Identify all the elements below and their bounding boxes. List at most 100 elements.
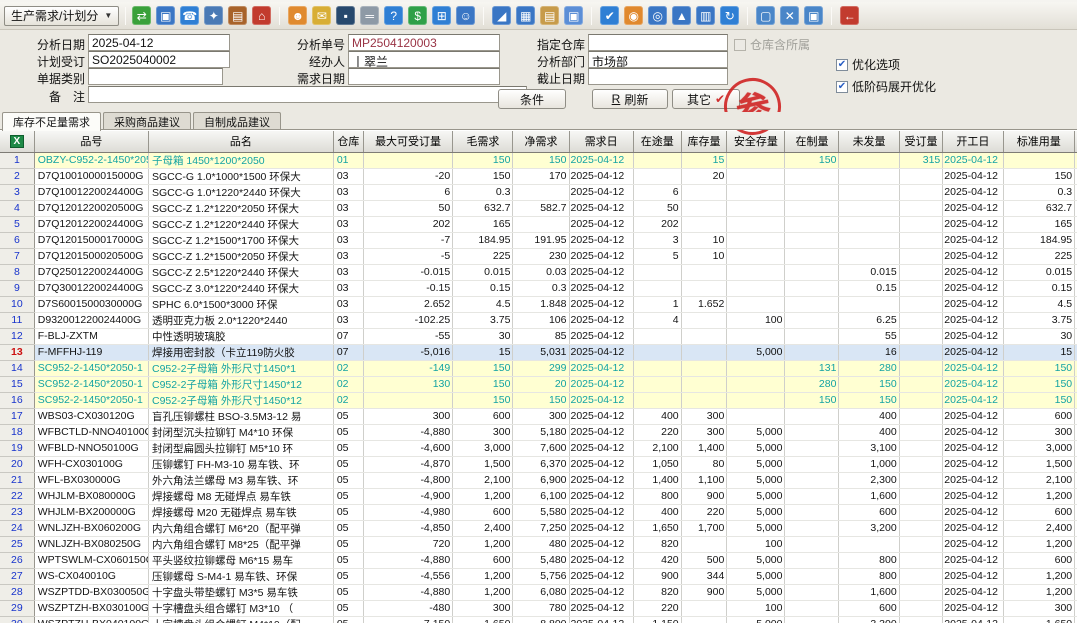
home-icon[interactable]: ⌂ (252, 6, 271, 25)
table-row[interactable]: 3D7Q1001220024400GSGCC-G 1.0*1220*2440 环… (0, 184, 1077, 200)
cell-sdate: 2025-04-12 (943, 296, 1003, 312)
table-row[interactable]: 23WHJLM-BX200000G焊接螺母 M20 无碰焊点 易车铁05-4,9… (0, 504, 1077, 520)
col-header-pn[interactable]: 品号 (34, 131, 148, 152)
table-row[interactable]: 4D7Q1201220020500GSGCC-Z 1.2*1220*2050 环… (0, 200, 1077, 216)
plan-order-input[interactable]: SO2025040002 (88, 51, 230, 68)
calculator-icon[interactable]: ▦ (516, 6, 535, 25)
exit-icon[interactable]: ← (840, 6, 859, 25)
cell-stock: 344 (681, 568, 727, 584)
tab-purchase-suggestion[interactable]: 采购商品建议 (103, 112, 191, 130)
col-header-name[interactable]: 品名 (148, 131, 333, 152)
col-header-in-transit[interactable]: 在途量 (633, 131, 681, 152)
table-row[interactable]: 10D7S6001500030000GSPHC 6.0*1500*3000 环保… (0, 296, 1077, 312)
doc-search-icon[interactable]: ◎ (648, 6, 667, 25)
monitor-arrow-icon[interactable]: ▥ (696, 6, 715, 25)
table-row[interactable]: 26WPTSWLM-CX060150G平头竖纹拉铆螺母 M6*15 易车05-4… (0, 552, 1077, 568)
table-row[interactable]: 30WSZPTZH-BX040100G十字槽盘头组合螺钉 M4*10（配05-7… (0, 616, 1077, 623)
optimize-option-checkbox[interactable]: ✔ 优化选项 (836, 56, 900, 73)
analysis-no-input[interactable]: MP2504120003 (348, 34, 500, 51)
table-row[interactable]: 18WFBCTLD-NNO40100G封闭型沉头拉铆钉 M4*10 环保05-4… (0, 424, 1077, 440)
table-row[interactable]: 22WHJLM-BX080000G焊接螺母 M8 无碰焊点 易车铁05-4,90… (0, 488, 1077, 504)
low-level-code-checkbox[interactable]: ✔ 低阶码展开优化 (836, 78, 936, 95)
lock-key-icon[interactable]: ✦ (204, 6, 223, 25)
table-row[interactable]: 24WNLJZH-BX060200G内六角组合螺钉 M6*20（配平弹05-4,… (0, 520, 1077, 536)
tab-stock-shortage[interactable]: 库存不足量需求 (2, 112, 101, 131)
col-header-std-usage[interactable]: 标准用量 (1003, 131, 1075, 152)
alert-bell-icon[interactable]: ◉ (624, 6, 643, 25)
module-selector-dropdown[interactable]: 生产需求/计划分 ▼ (4, 6, 119, 26)
drawer-icon[interactable]: ▤ (540, 6, 559, 25)
col-header-demand-date[interactable]: 需求日 (569, 131, 633, 152)
col-header-ordered[interactable]: 受订量 (899, 131, 943, 152)
col-header-warehouse[interactable]: 仓库 (333, 131, 363, 152)
table-row[interactable]: 11D932001220024400G透明亚克力板 2.0*1220*24400… (0, 312, 1077, 328)
table-row[interactable]: 12F-BLJ-ZXTM中性透明玻璃胶07-5530852025-04-1255… (0, 328, 1077, 344)
cell-safety (727, 264, 785, 280)
table-row[interactable]: 1OBZY-C952-2-1450*2050子母箱 1450*1200*2050… (0, 152, 1077, 168)
table-row[interactable]: 7D7Q1201500020500GSGCC-Z 1.2*1500*2050 环… (0, 248, 1077, 264)
mail-icon[interactable]: ✉ (312, 6, 331, 25)
handler-input[interactable]: 丨翠兰 (348, 51, 500, 68)
export-excel-header[interactable]: X (0, 131, 34, 152)
col-header-net-demand[interactable]: 净需求 (513, 131, 569, 152)
col-header-wip[interactable]: 在制量 (785, 131, 839, 152)
tab-self-made-suggestion[interactable]: 自制成品建议 (193, 112, 281, 130)
table-row[interactable]: 2D7Q1001000015000GSGCC-G 1.0*1000*1500 环… (0, 168, 1077, 184)
table-row[interactable]: 25WNLJZH-BX080250G内六角组合螺钉 M8*25（配平弹05720… (0, 536, 1077, 552)
chart-icon[interactable]: ◢ (492, 6, 511, 25)
analysis-date-input[interactable]: 2025-04-12 (88, 34, 230, 51)
table-row[interactable]: 17WBS03-CX030120G盲孔压铆螺柱 BSO-3.5M3-12 易05… (0, 408, 1077, 424)
cascade-icon[interactable]: ▣ (804, 6, 823, 25)
col-header-unshipped[interactable]: 未发量 (839, 131, 899, 152)
key-icon[interactable]: ═ (360, 6, 379, 25)
table-row[interactable]: 15SC952-2-1450*2050-1C952-2子母箱 外形尺寸1450*… (0, 376, 1077, 392)
doc-type-input[interactable] (88, 68, 223, 85)
org-chart-icon[interactable]: ▲ (672, 6, 691, 25)
currency-icon[interactable]: $ (408, 6, 427, 25)
cell-stock (681, 536, 727, 552)
col-header-max-orderable[interactable]: 最大可受订量 (363, 131, 452, 152)
help-icon[interactable]: ? (384, 6, 403, 25)
table-row[interactable]: 13F-MFFHJ-119焊接用密封胶（卡立119防火胶07-5,016155,… (0, 344, 1077, 360)
col-header-gross-demand[interactable]: 毛需求 (453, 131, 513, 152)
refresh-button[interactable]: R刷新 (592, 89, 668, 109)
table-row[interactable]: 16SC952-2-1450*2050-1C952-2子母箱 外形尺寸1450*… (0, 392, 1077, 408)
refresh-icon[interactable]: ↻ (720, 6, 739, 25)
computer-icon[interactable]: ▣ (156, 6, 175, 25)
table-row[interactable]: 8D7Q2501220024400GSGCC-Z 2.5*1220*2440 环… (0, 264, 1077, 280)
table-row[interactable]: 5D7Q1201220024400GSGCC-Z 1.2*1220*2440 环… (0, 216, 1077, 232)
cell-no: 10 (0, 296, 34, 312)
users-icon[interactable]: ☻ (288, 6, 307, 25)
cell-wh: 03 (333, 216, 363, 232)
approve-icon[interactable]: ✔ (600, 6, 619, 25)
copy-icon[interactable]: ▣ (564, 6, 583, 25)
close-window-icon[interactable]: ✕ (780, 6, 799, 25)
briefcase-icon[interactable]: ▤ (228, 6, 247, 25)
demand-date-input[interactable] (348, 68, 500, 85)
cart-icon[interactable]: ⊞ (432, 6, 451, 25)
table-row[interactable]: 28WSZPTDD-BX030050G十字盘头带垫螺钉 M3*5 易车铁05-4… (0, 584, 1077, 600)
col-header-stock[interactable]: 库存量 (681, 131, 727, 152)
table-row[interactable]: 9D7Q3001220024400GSGCC-Z 3.0*1220*2440 环… (0, 280, 1077, 296)
table-row[interactable]: 20WFH-CX030100G压铆螺钉 FH-M3-10 易车铁、环05-4,8… (0, 456, 1077, 472)
col-header-start-date[interactable]: 开工日 (943, 131, 1003, 152)
cell-net: 6,100 (513, 488, 569, 504)
condition-button[interactable]: 条件 (498, 89, 566, 109)
table-row[interactable]: 14SC952-2-1450*2050-1C952-2子母箱 外形尺寸1450*… (0, 360, 1077, 376)
cell-transit: 800 (633, 488, 681, 504)
table-row[interactable]: 21WFL-BX030000G外六角法兰螺母 M3 易车铁、环05-4,8002… (0, 472, 1077, 488)
window-icon[interactable]: ▢ (756, 6, 775, 25)
deadline-input[interactable] (588, 68, 728, 85)
remark-input[interactable] (88, 86, 527, 103)
sync-transfer-icon[interactable]: ⇄ (132, 6, 151, 25)
warehouse-include-sub-checkbox[interactable]: 仓库含所属 (734, 36, 810, 53)
archive-icon[interactable]: ▪ (336, 6, 355, 25)
table-row[interactable]: 19WFBLD-NNO50100G封闭型扁圆头拉铆钉 M5*10 环05-4,6… (0, 440, 1077, 456)
table-row[interactable]: 27WS-CX040010G压铆螺母 S-M4-1 易车铁、环保05-4,556… (0, 568, 1077, 584)
payroll-icon[interactable]: ☺ (456, 6, 475, 25)
phone-icon[interactable]: ☎ (180, 6, 199, 25)
analysis-dept-input[interactable]: 市场部 (588, 51, 728, 68)
table-row[interactable]: 29WSZPTZH-BX030100G十字槽盘头组合螺钉 M3*10 （05-4… (0, 600, 1077, 616)
table-row[interactable]: 6D7Q1201500017000GSGCC-Z 1.2*1500*1700 环… (0, 232, 1077, 248)
warehouse-input[interactable] (588, 34, 728, 51)
